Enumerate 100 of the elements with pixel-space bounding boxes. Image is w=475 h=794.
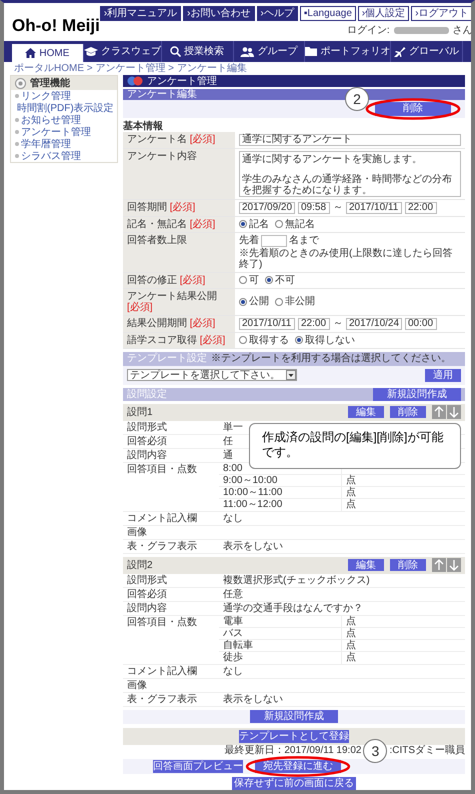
input-field[interactable]: 09:58 — [298, 202, 330, 214]
up-arrow-icon[interactable] — [432, 558, 446, 572]
table-cell: 表示をしない — [223, 694, 283, 705]
radio-button[interactable] — [275, 298, 283, 306]
input-field[interactable]: 通学に関するアンケート — [239, 134, 461, 146]
nav-tab[interactable]: 授業検索 — [162, 41, 234, 62]
sidebar-link[interactable]: 学年暦管理 — [21, 138, 71, 150]
down-arrow-icon[interactable] — [447, 558, 461, 572]
header-link[interactable]: ›ヘルプ — [256, 6, 298, 21]
nav-tab[interactable]: グローバル — [391, 41, 463, 62]
home-icon — [25, 48, 36, 58]
field-label: 設問内容 — [127, 602, 167, 614]
radio-label: 非公開 — [285, 296, 315, 308]
table-cell: 通 — [223, 450, 233, 461]
edit-button[interactable]: 編集 — [348, 406, 384, 418]
field-label: 回答期間 — [127, 202, 167, 213]
field-label: 回答必須 — [127, 436, 167, 447]
login-label: ログイン: — [346, 25, 390, 36]
site-logo[interactable]: Oh-o! Meiji — [12, 16, 100, 36]
field-label: アンケート結果公開 — [127, 290, 217, 302]
radio-button[interactable] — [239, 298, 247, 306]
tooltip: 作成済の設問の[編集][削除]が可能です。 — [249, 422, 461, 469]
gear-icon — [15, 78, 26, 88]
field-label: アンケート名 — [127, 134, 187, 145]
edit-button[interactable]: 編集 — [348, 559, 384, 572]
field-label: アンケート内容 — [127, 150, 197, 162]
header-link[interactable]: ▪Language — [300, 6, 356, 21]
delete-button[interactable]: 削除 — [390, 406, 426, 418]
header-link[interactable]: ›ログアウト — [411, 6, 471, 21]
field-note: ※先着順のときのみ使用(上限数に達したら回答終了) — [239, 248, 454, 270]
apply-button[interactable]: 適用 — [425, 368, 461, 382]
back-button[interactable]: 保存せずに前の画面に戻る — [232, 776, 356, 790]
sidebar-link[interactable]: 時間割(PDF)表示設定 — [17, 102, 114, 114]
delete-button[interactable]: 削除 — [375, 102, 451, 116]
field-label: 設問形式 — [127, 574, 167, 586]
table-cell: 点 — [346, 499, 356, 510]
section-heading: 基本情報 — [123, 120, 164, 132]
template-select[interactable]: テンプレートを選択して下さい。 — [127, 369, 297, 382]
section-title: アンケート編集 — [127, 89, 197, 100]
down-arrow-icon[interactable] — [447, 405, 461, 420]
sidebar-link[interactable]: リンク管理 — [21, 90, 71, 102]
input-field[interactable]: 2017/10/24 — [346, 318, 402, 330]
input-field[interactable] — [261, 234, 287, 247]
radio-label: 記名 — [249, 218, 269, 230]
delete-button[interactable]: 削除 — [390, 559, 426, 572]
input-field[interactable]: 2017/09/20 — [239, 202, 295, 214]
bullet-icon — [15, 118, 19, 122]
graduation-cap-icon — [84, 46, 98, 56]
page-title: アンケート管理 — [147, 76, 217, 86]
preview-button[interactable]: 回答画面プレビュー — [153, 760, 243, 773]
radio-button[interactable] — [239, 220, 247, 228]
breadcrumb: ポータルHOME > アンケート管理 > アンケート編集 — [13, 62, 248, 75]
proceed-button[interactable]: 宛先登録に進む — [255, 760, 341, 773]
last-updated: 最終更新日：2017/09/11 19:02 — [224, 745, 362, 756]
field-label: 画像 — [127, 680, 147, 691]
nav-tab[interactable]: ポートフォリオ — [305, 41, 392, 62]
sidebar-link[interactable]: お知らせ管理 — [21, 114, 81, 126]
radio-button[interactable] — [275, 220, 283, 228]
radio-label: 公開 — [249, 296, 269, 308]
table-cell: 点 — [346, 628, 356, 639]
input-field[interactable]: 00:00 — [405, 318, 437, 330]
field-label: 回答項目・点数 — [127, 616, 197, 628]
new-question-button[interactable]: 新規設問作成 — [373, 388, 461, 401]
template-title: テンプレート設定 — [127, 353, 207, 364]
header-link[interactable]: ›お問い合わせ — [183, 6, 255, 21]
radio-button[interactable] — [295, 336, 303, 344]
input-field[interactable]: 2017/10/11 — [346, 202, 402, 214]
required-mark: [必須] — [190, 318, 216, 329]
text-area[interactable]: 通学に関するアンケートを実施します。 学生のみなさんの通学経路・時間帯などの分布を把握するためになります。 — [239, 150, 461, 197]
radio-label: 無記名 — [285, 218, 315, 230]
input-field[interactable]: 22:00 — [405, 202, 437, 214]
nav-tab[interactable]: HOME — [12, 44, 84, 62]
nav-tab[interactable]: クラスウェブ — [84, 41, 162, 62]
input-field[interactable]: 22:00 — [298, 318, 330, 330]
radio-button[interactable] — [239, 276, 247, 284]
radio-button[interactable] — [265, 276, 273, 284]
bullet-icon — [15, 154, 19, 158]
field-label: 表・グラフ表示 — [127, 540, 197, 552]
table-cell: 点 — [346, 652, 356, 664]
sidebar-link[interactable]: シラバス管理 — [21, 150, 81, 162]
sidebar-link[interactable]: アンケート管理 — [21, 126, 91, 138]
bullet-icon — [15, 94, 19, 98]
field-label: 回答必須 — [127, 588, 167, 600]
header-link[interactable]: ›利用マニュアル — [100, 6, 182, 21]
field-label: 記名・無記名 — [127, 218, 187, 230]
field-prefix: 先着 — [239, 235, 259, 246]
field-label: 設問内容 — [127, 450, 167, 461]
tilde-separator: ～ — [332, 202, 344, 214]
new-question-button[interactable]: 新規設問作成 — [250, 710, 338, 724]
radio-label: 取得する — [249, 334, 289, 346]
radio-button[interactable] — [239, 336, 247, 344]
table-cell: なし — [223, 666, 243, 677]
up-arrow-icon[interactable] — [432, 405, 446, 420]
register-template-button[interactable]: テンプレートとして登録 — [239, 730, 349, 743]
radio-label: 可 — [249, 274, 259, 286]
table-cell: 徒歩 — [223, 652, 243, 664]
required-mark: [必須] — [190, 134, 216, 145]
input-field[interactable]: 2017/10/11 — [239, 318, 295, 330]
nav-tab[interactable]: グループ — [234, 41, 306, 62]
header-link[interactable]: ›個人設定 — [358, 6, 410, 21]
